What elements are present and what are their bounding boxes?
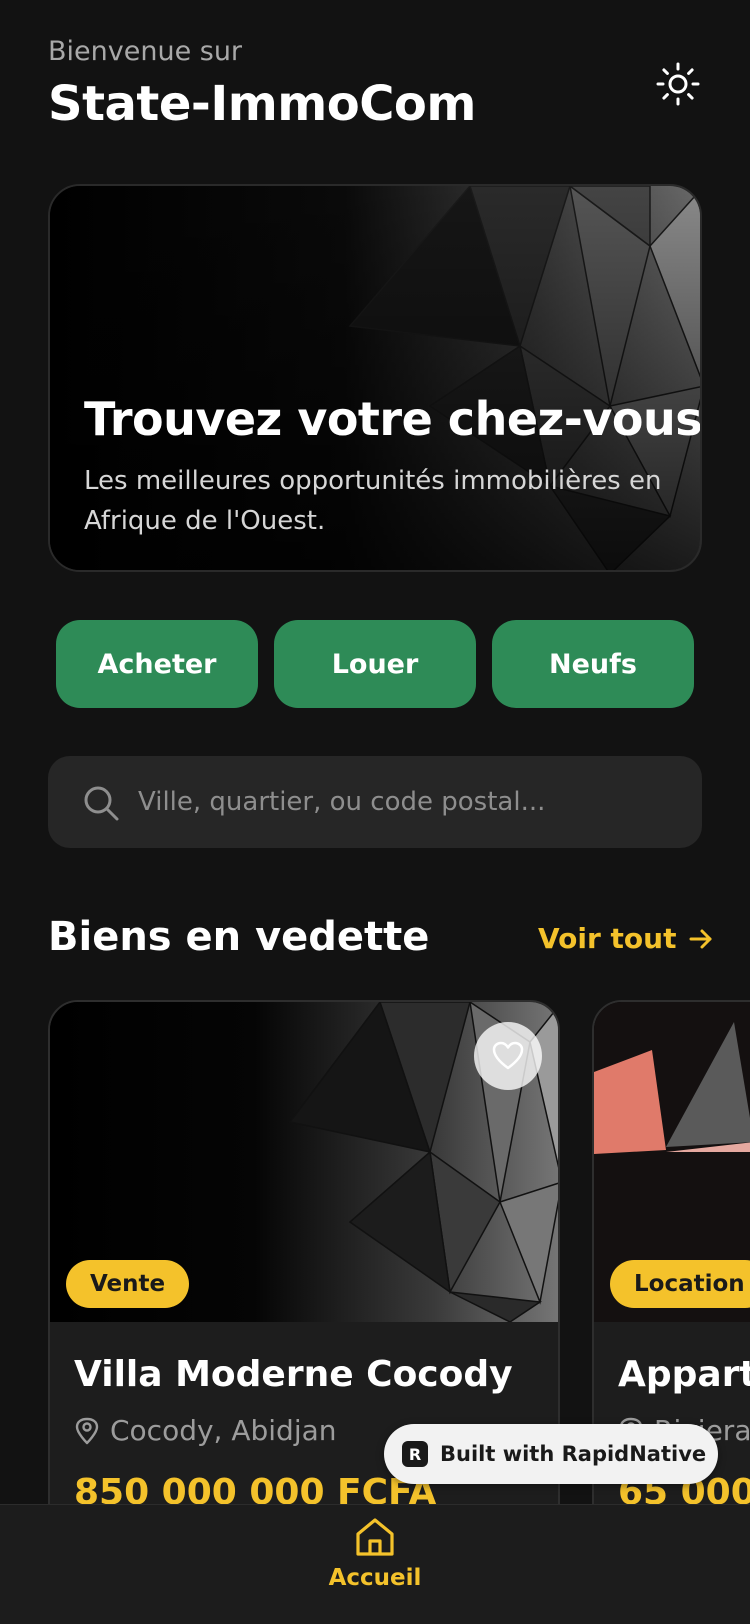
sun-icon [656, 62, 700, 106]
see-all-label: Voir tout [538, 922, 677, 955]
welcome-text: Bienvenue sur [48, 36, 243, 67]
heart-icon [492, 1041, 524, 1070]
hero-subtitle: Les meilleures opportunités immobilières… [84, 466, 662, 536]
featured-section-title: Biens en vedette [48, 914, 430, 960]
app-title: State-ImmoCom [48, 76, 476, 132]
category-rent-button[interactable]: Louer [274, 620, 476, 708]
theme-toggle-button[interactable] [654, 60, 702, 108]
hero-title: Trouvez votre chez-vous [84, 392, 702, 446]
property-title: Villa Moderne Cocody [74, 1354, 513, 1395]
nav-item-label: Accueil [328, 1565, 422, 1591]
nav-item-home[interactable]: Accueil [315, 1515, 435, 1615]
property-title: Apparte [618, 1354, 750, 1395]
search-bar[interactable] [48, 756, 702, 848]
bottom-navigation: Accueil [0, 1504, 750, 1624]
app-screen: Bienvenue sur State-ImmoCom Trouvez votr… [0, 0, 750, 1624]
arrow-right-icon [689, 929, 712, 948]
built-with-text: Built with RapidNative [440, 1442, 707, 1466]
search-input[interactable] [138, 776, 678, 828]
property-location: Cocody, Abidjan [74, 1414, 337, 1447]
listing-type-badge: Location [610, 1260, 750, 1308]
listing-type-badge: Vente [66, 1260, 190, 1308]
built-with-badge[interactable]: R Built with RapidNative [384, 1424, 718, 1484]
category-buy-button[interactable]: Acheter [56, 620, 258, 708]
home-icon [356, 1518, 394, 1556]
location-pin-icon [75, 1417, 99, 1444]
search-icon [84, 786, 119, 821]
property-location-text: Cocody, Abidjan [110, 1414, 337, 1447]
favorite-button[interactable] [474, 1022, 542, 1090]
rapidnative-logo-icon: R [402, 1441, 428, 1467]
category-new-button[interactable]: Neufs [492, 620, 694, 708]
hero-banner: Trouvez votre chez-vous Les meilleures o… [48, 184, 702, 572]
property-image: Location [594, 1002, 750, 1322]
property-image: Vente [50, 1002, 558, 1322]
see-all-link[interactable]: Voir tout [538, 922, 714, 955]
